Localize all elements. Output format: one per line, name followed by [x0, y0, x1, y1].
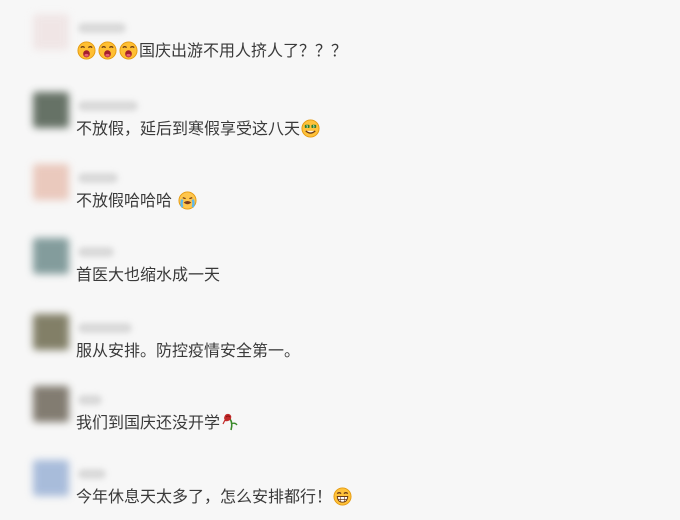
comment-body: 我们到国庆还没开学 [76, 413, 221, 432]
username[interactable] [78, 173, 118, 183]
comment-item: 服从安排。防控疫情安全第一。 [0, 314, 680, 384]
crying-face-icon [178, 191, 197, 210]
comment-text: 不放假哈哈哈 [76, 190, 198, 212]
comment-text: 我们到国庆还没开学 [76, 412, 240, 434]
avatar[interactable] [33, 14, 69, 50]
comment-body: 不放假，延后到寒假享受这八天 [76, 119, 301, 138]
comment-body: 今年休息天太多了，怎么安排都行！ [76, 487, 333, 506]
surprised-face-icon [119, 41, 138, 60]
grinning-face-icon [333, 487, 352, 506]
comment-item: 首医大也缩水成一天 [0, 238, 680, 308]
avatar[interactable] [33, 238, 69, 274]
avatar[interactable] [33, 92, 69, 128]
comment-body: 不放假哈哈哈 [76, 191, 178, 210]
comment-item: 国庆出游不用人挤人了？？？ [0, 14, 680, 84]
avatar[interactable] [33, 460, 69, 496]
comment-text: 服从安排。防控疫情安全第一。 [76, 340, 300, 362]
comment-text: 不放假，延后到寒假享受这八天 $ $ [76, 118, 321, 140]
username[interactable] [78, 395, 102, 405]
wilted-rose-icon [222, 412, 240, 432]
username[interactable] [78, 101, 138, 111]
surprised-face-icon [77, 41, 96, 60]
comment-body: 国庆出游不用人挤人了？？？ [139, 41, 348, 60]
avatar[interactable] [33, 386, 69, 422]
surprised-face-icon [98, 41, 117, 60]
username[interactable] [78, 323, 132, 333]
comment-item: 我们到国庆还没开学 [0, 386, 680, 456]
comment-item: 不放假哈哈哈 [0, 164, 680, 234]
comment-text: 今年休息天太多了，怎么安排都行！ [76, 486, 353, 508]
username[interactable] [78, 469, 106, 479]
comment-feed: 国庆出游不用人挤人了？？？ 不放假，延后到寒假享受这八天 $ $ 不放假哈哈哈 [0, 0, 680, 520]
username[interactable] [78, 247, 114, 257]
username[interactable] [78, 23, 126, 33]
greedy-face-icon: $ $ [301, 119, 320, 138]
comment-text: 国庆出游不用人挤人了？？？ [76, 40, 347, 62]
svg-text:$: $ [306, 125, 308, 129]
avatar[interactable] [33, 314, 69, 350]
comment-body: 服从安排。防控疫情安全第一。 [76, 341, 301, 360]
comment-item: 今年休息天太多了，怎么安排都行！ [0, 460, 680, 520]
svg-text:$: $ [313, 125, 315, 129]
comment-item: 不放假，延后到寒假享受这八天 $ $ [0, 92, 680, 162]
comment-body: 首医大也缩水成一天 [76, 265, 221, 284]
comment-text: 首医大也缩水成一天 [76, 264, 220, 286]
avatar[interactable] [33, 164, 69, 200]
